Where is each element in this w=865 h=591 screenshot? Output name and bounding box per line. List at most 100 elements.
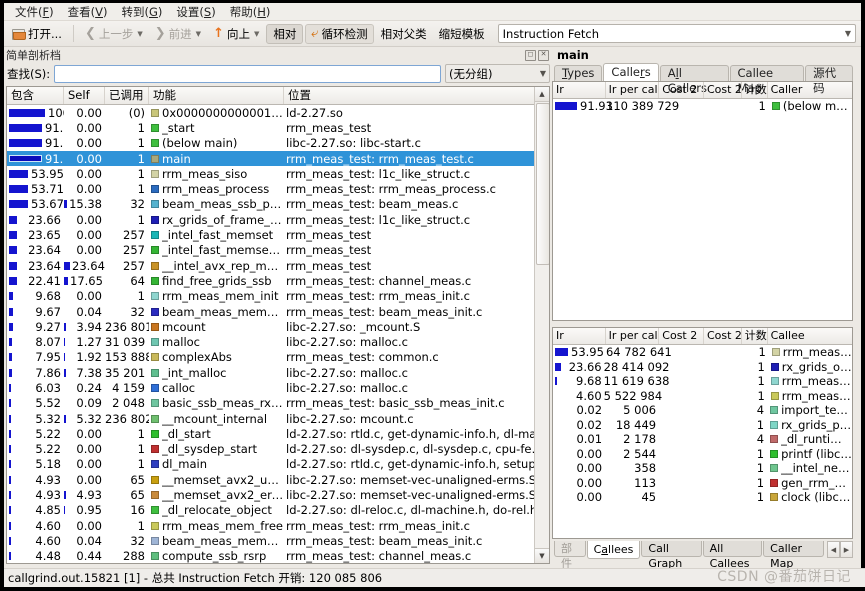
- callee-row[interactable]: 0.00 45 1 clock (libc-2.…: [553, 490, 852, 505]
- column-header-ir[interactable]: Ir: [553, 328, 606, 344]
- tab-types[interactable]: Types: [554, 65, 603, 81]
- menu-item-goto[interactable]: 转到(G): [115, 3, 170, 21]
- table-row[interactable]: 23.64 0.00 257 _intel_fast_memset.V rrm_meas…: [7, 243, 549, 258]
- scrollbar-thumb[interactable]: [536, 103, 549, 265]
- callee-row[interactable]: 0.01 2 178 4 _dl_runtime…: [553, 432, 852, 447]
- grouping-select[interactable]: (无分组) ▼: [445, 64, 550, 83]
- table-row[interactable]: 23.64 23.64 257 __intel_avx_rep_memsetrrm_m…: [7, 258, 549, 273]
- tab-caller-map[interactable]: Caller Map: [763, 541, 824, 570]
- caller-row[interactable]: 91.93 110 389 729 1 (below m…: [553, 99, 852, 114]
- tab-call-graph[interactable]: Call Graph: [641, 541, 702, 570]
- callee-row[interactable]: 9.68 11 619 638 1 rrm_meas_…: [553, 374, 852, 389]
- menu-item-view[interactable]: 查看(V): [61, 3, 115, 21]
- close-icon[interactable]: ✕: [538, 49, 549, 61]
- table-row[interactable]: 91.93 0.00 1 main rrm_meas_test: rrm_meas_te…: [7, 150, 549, 167]
- table-row[interactable]: 8.07 1.27 31 039 malloc libc-2.27.so: malloc…: [7, 334, 549, 349]
- menu-item-file[interactable]: 文件(F): [8, 3, 61, 21]
- scroll-up-button[interactable]: ▲: [535, 87, 549, 102]
- table-row[interactable]: 23.65 0.00 257 _intel_fast_memset rrm_meas_t…: [7, 227, 549, 242]
- vertical-scrollbar[interactable]: ▲ ▼: [534, 87, 549, 563]
- table-row[interactable]: 53.71 0.00 1 rrm_meas_process rrm_meas_test:…: [7, 181, 549, 196]
- tab-[interactable]: 源代码: [805, 65, 853, 95]
- tab-[interactable]: 部件: [554, 541, 586, 570]
- callee-row[interactable]: 0.02 18 449 1 rx_grids_poi…: [553, 418, 852, 433]
- function-color-chip: [151, 552, 159, 561]
- table-row[interactable]: 91.93 0.00 1 (below main) libc-2.27.so: libc…: [7, 136, 549, 151]
- column-header-ir[interactable]: Ir: [553, 82, 606, 98]
- shorten-templates-toggle[interactable]: 缩短模板: [434, 24, 490, 44]
- cycle-detection-toggle[interactable]: ⤷ 循环检测: [305, 23, 374, 44]
- column-header-ir-per-call[interactable]: Ir per call: [606, 328, 660, 344]
- table-row[interactable]: 7.86 7.38 35 201 _int_malloc libc-2.27.so: m…: [7, 365, 549, 380]
- function-name: rrm_meas_mem_free: [162, 518, 283, 533]
- column-header-cost2[interactable]: Cost 2: [659, 328, 704, 344]
- tab-scroll-right-icon[interactable]: ▶: [840, 541, 853, 558]
- table-row[interactable]: 5.52 0.09 2 048 basic_ssb_meas_rx_me…rrm_me…: [7, 396, 549, 411]
- table-row[interactable]: 23.66 0.00 1 rx_grids_of_frame_me…rrm_meas_…: [7, 212, 549, 227]
- table-row[interactable]: 4.85 0.95 16 _dl_relocate_object ld-2.27.so:…: [7, 503, 549, 518]
- callee-row[interactable]: 23.6628 414 092 1 rx_grids_of_…: [553, 360, 852, 375]
- tab-scroll-left-icon[interactable]: ◀: [827, 541, 840, 558]
- table-row[interactable]: 91.93 0.00 1 _start rrm_meas_test: [7, 120, 549, 135]
- tab-all-callees[interactable]: All Callees: [702, 541, 763, 570]
- column-header-called[interactable]: 已调用: [105, 87, 149, 104]
- chevron-right-icon: ❯: [154, 26, 166, 41]
- event-type-select[interactable]: Instruction Fetch ▼: [497, 24, 856, 43]
- table-row[interactable]: 4.93 4.93 65 __memset_avx2_erms libc-2.27.so…: [7, 487, 549, 502]
- undock-icon[interactable]: ◻: [525, 49, 536, 61]
- column-header-caller[interactable]: Caller: [768, 82, 852, 98]
- tab-callers[interactable]: Callers: [603, 63, 659, 81]
- chevron-down-icon[interactable]: ▼: [196, 30, 201, 38]
- table-row[interactable]: 53.95 0.00 1 rrm_meas_siso rrm_meas_test: l1…: [7, 166, 549, 181]
- table-row[interactable]: 4.60 0.04 32 beam_meas_mem_free rrm_meas_tes…: [7, 533, 549, 548]
- tab-all-callers[interactable]: All Callers: [659, 65, 729, 95]
- table-row[interactable]: 6.03 0.24 4 159 calloc libc-2.27.so: malloc.…: [7, 380, 549, 395]
- column-header-function[interactable]: 功能: [149, 87, 284, 104]
- table-row[interactable]: 22.41 17.65 64 find_free_grids_ssb rrm_meas_…: [7, 273, 549, 288]
- chevron-down-icon[interactable]: ▼: [254, 30, 259, 38]
- table-row[interactable]: 53.67 15.38 32 beam_meas_ssb_per_m…rrm_meas…: [7, 197, 549, 212]
- tab-callee-map[interactable]: Callee Map: [729, 65, 805, 95]
- column-header-count[interactable]: 计数: [742, 82, 768, 98]
- table-row[interactable]: 4.93 0.00 65 __memset_avx2_unalig…libc-2.27…: [7, 472, 549, 487]
- table-row[interactable]: 5.18 0.00 1 dl_main ld-2.27.so: rtld.c, get-…: [7, 457, 549, 472]
- column-header-self[interactable]: Self: [64, 87, 105, 104]
- callee-row[interactable]: 53.9564 782 641 1 rrm_meas_si…: [553, 345, 852, 360]
- relative-to-parent-toggle[interactable]: 相对父类: [376, 24, 432, 44]
- column-header-count[interactable]: 计数: [742, 328, 768, 344]
- back-button[interactable]: ❮ 上一步 ▼: [80, 24, 148, 44]
- column-header-cost2-per[interactable]: Cost 2 p: [704, 328, 742, 344]
- chevron-down-icon[interactable]: ▼: [137, 30, 142, 38]
- column-header-cost2-per[interactable]: Cost 2 p: [704, 82, 742, 98]
- callee-row[interactable]: 0.00 113 1 gen_rrm_m…: [553, 476, 852, 491]
- tab-callees[interactable]: Callees: [586, 541, 641, 559]
- scroll-down-button[interactable]: ▼: [535, 548, 549, 563]
- menu-item-settings[interactable]: 设置(S): [169, 3, 222, 21]
- open-button[interactable]: 打开...: [7, 24, 67, 44]
- table-row[interactable]: 7.95 1.92 153 888 complexAbs rrm_meas_test: …: [7, 350, 549, 365]
- column-header-location[interactable]: 位置: [284, 87, 549, 104]
- relative-toggle[interactable]: 相对: [266, 23, 304, 44]
- callee-row[interactable]: 4.60 5 522 984 1 rrm_meas_…: [553, 389, 852, 404]
- forward-button[interactable]: ❯ 前进 ▼: [150, 24, 206, 44]
- callee-row[interactable]: 0.00 358 1 __intel_new…: [553, 461, 852, 476]
- callee-row[interactable]: 0.00 2 544 1 printf (libc-2…: [553, 447, 852, 462]
- column-header-incl[interactable]: 包含: [7, 87, 64, 104]
- table-row[interactable]: 4.60 0.00 1 rrm_meas_mem_free rrm_meas_test:…: [7, 518, 549, 533]
- column-header-cost2[interactable]: Cost 2: [659, 82, 704, 98]
- function-color-chip: [151, 231, 159, 240]
- table-row[interactable]: 4.48 0.44 288 compute_ssb_rsrp rrm_meas_test…: [7, 549, 549, 563]
- table-row[interactable]: 9.67 0.04 32 beam_meas_mem_init rrm_meas_tes…: [7, 304, 549, 319]
- table-row[interactable]: 5.22 0.00 1 _dl_start ld-2.27.so: rtld.c, ge…: [7, 426, 549, 441]
- up-button[interactable]: ↑ 向上 ▼: [208, 24, 264, 44]
- table-row[interactable]: 5.22 0.00 1 _dl_sysdep_start ld-2.27.so: dl-…: [7, 442, 549, 457]
- column-header-ir-per-call[interactable]: Ir per call: [606, 82, 660, 98]
- column-header-callee[interactable]: Callee: [768, 328, 852, 344]
- table-row[interactable]: 9.27 3.94 236 801 mcount libc-2.27.so: _mcou…: [7, 319, 549, 334]
- search-input[interactable]: [54, 64, 441, 83]
- callee-row[interactable]: 0.02 5 006 4 import_test…: [553, 403, 852, 418]
- table-row[interactable]: 5.32 5.32 236 802 __mcount_internal libc-2.2…: [7, 411, 549, 426]
- table-row[interactable]: 9.68 0.00 1 rrm_meas_mem_init rrm_meas_test:…: [7, 289, 549, 304]
- table-row[interactable]: 100.00 0.00 (0) 0x0000000000001090ld-2.27.s…: [7, 105, 549, 120]
- menu-item-help[interactable]: 帮助(H): [223, 3, 278, 21]
